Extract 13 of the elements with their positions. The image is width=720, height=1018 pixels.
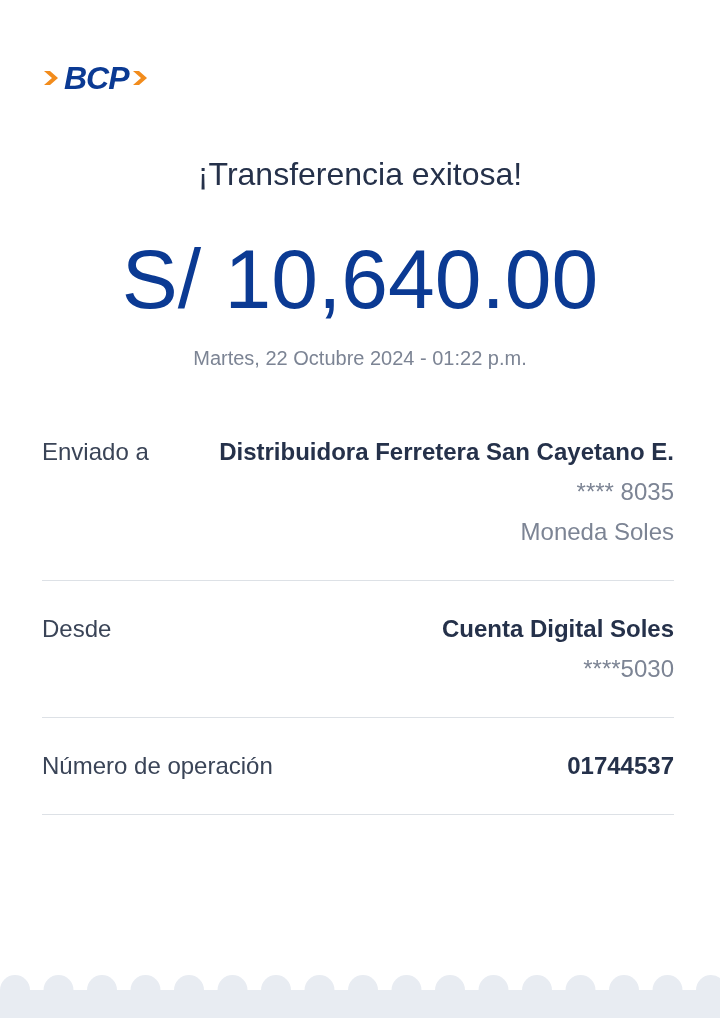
logo-text: BCP: [64, 59, 129, 97]
detail-label: Enviado a: [42, 437, 149, 468]
success-title: ¡Transferencia exitosa!: [196, 156, 524, 193]
amount: S/ 10,640.00: [120, 233, 600, 326]
detail-value: Distribuidora Ferretera San Cayetano E.: [219, 437, 674, 468]
detail-subtext: ****5030: [583, 654, 674, 685]
detail-label: Número de operación: [42, 751, 273, 782]
detail-label: Desde: [42, 614, 112, 645]
detail-subtext: Moneda Soles: [520, 517, 674, 548]
detail-value: 01744537: [567, 751, 674, 782]
date-time: Martes, 22 Octubre 2024 - 01:22 p.m.: [192, 347, 528, 371]
detail-subtext: **** 8035: [576, 477, 674, 508]
detail-value: Cuenta Digital Soles: [441, 614, 674, 645]
